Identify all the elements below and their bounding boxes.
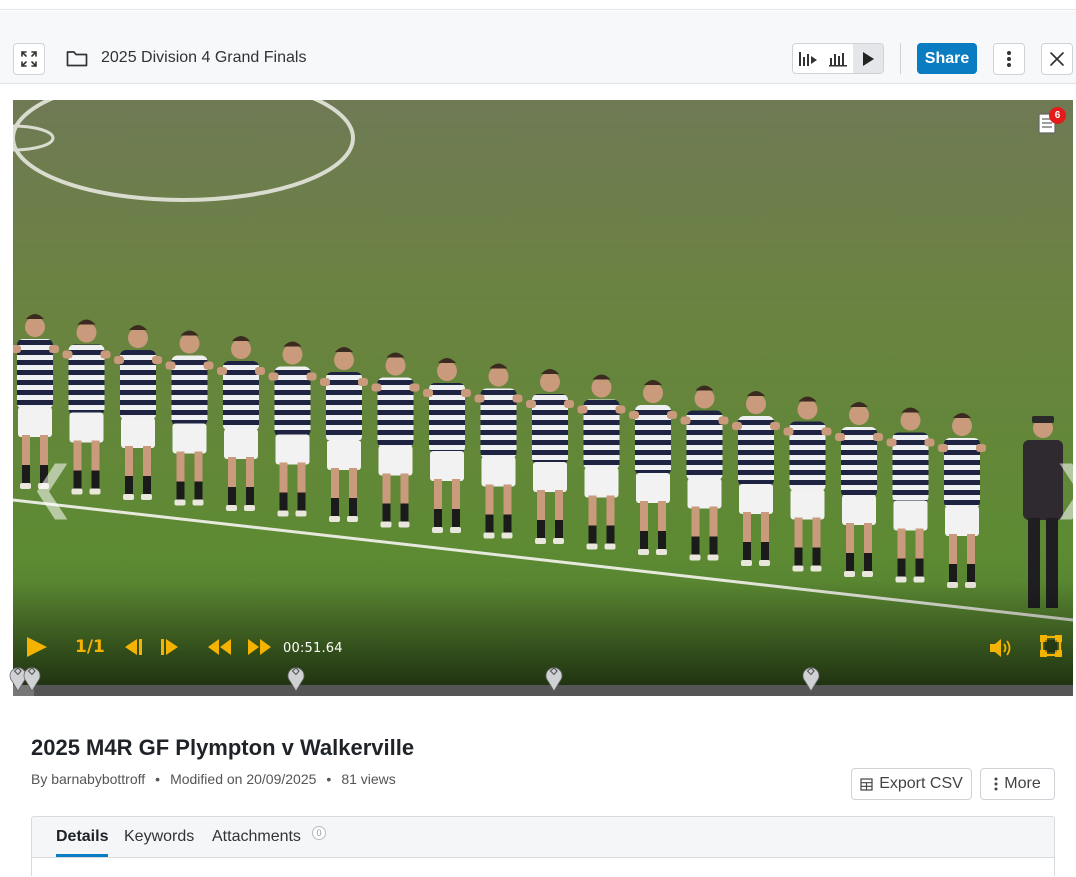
expand-icon (21, 51, 37, 67)
collection-title: 2025 Division 4 Grand Finals (101, 49, 307, 66)
play-button[interactable] (25, 636, 49, 658)
active-tab-indicator (56, 854, 108, 857)
more-button[interactable]: More (980, 768, 1055, 800)
clip-title: 2025 M4R GF Plympton v Walkerville (31, 735, 415, 760)
clip-author: By barnabybottroff (31, 771, 146, 787)
timecode: 00:51.64 (283, 641, 343, 656)
timeline-view-icon (799, 51, 817, 66)
table-icon (860, 777, 873, 791)
view-mode-group (792, 43, 884, 74)
share-button[interactable]: Share (917, 43, 977, 74)
volume-icon[interactable] (988, 637, 1014, 659)
tab-bar: Details Keywords Attachments 0 (32, 817, 1054, 858)
next-clip-button[interactable]: ❯ (1051, 455, 1073, 520)
kebab-menu-icon (1007, 51, 1011, 67)
tag-marker-icon[interactable] (544, 662, 564, 692)
tab-details[interactable]: Details (56, 828, 108, 846)
tab-attachments[interactable]: Attachments (212, 828, 301, 846)
play-icon (863, 51, 874, 66)
panel-body (32, 858, 1054, 877)
clip-views: 81 views (341, 771, 396, 787)
kebab-menu-icon (994, 777, 998, 791)
tag-marker-icon[interactable] (22, 662, 42, 692)
view-video-button[interactable] (853, 44, 883, 73)
fullscreen-toggle-button[interactable] (13, 43, 45, 75)
timeline-scrubber[interactable] (13, 685, 1073, 696)
previous-clip-button[interactable]: ❮ (29, 455, 76, 520)
meta-separator: • (326, 771, 332, 787)
rewind-icon[interactable] (207, 637, 233, 657)
bar-chart-icon (829, 52, 847, 66)
tag-marker-icon[interactable] (286, 662, 306, 692)
attachments-count-badge: 0 (312, 826, 326, 840)
video-fullscreen-icon[interactable] (1040, 635, 1062, 657)
close-button[interactable] (1041, 43, 1073, 75)
step-back-icon[interactable] (121, 637, 145, 657)
top-strip (0, 0, 1076, 10)
export-csv-button[interactable]: Export CSV (851, 768, 972, 800)
viewer-header (0, 11, 1076, 84)
details-panel: Details Keywords Attachments 0 (31, 816, 1055, 877)
header-more-button[interactable] (993, 43, 1025, 75)
video-player[interactable]: ❮ ❯ (13, 100, 1073, 696)
clip-meta: By barnabybottroff • Modified on 20/09/2… (31, 771, 396, 787)
close-icon (1050, 52, 1064, 66)
export-csv-label: Export CSV (879, 775, 963, 792)
view-stats-button[interactable] (823, 44, 853, 73)
tab-keywords[interactable]: Keywords (124, 828, 194, 846)
notes-count-badge: 6 (1049, 107, 1066, 124)
header-divider (900, 43, 901, 74)
tag-marker-icon[interactable] (801, 662, 821, 692)
video-frame (13, 100, 1073, 696)
view-timeline-button[interactable] (793, 44, 823, 73)
clip-modified: Modified on 20/09/2025 (170, 771, 317, 787)
meta-separator: • (155, 771, 161, 787)
step-forward-icon[interactable] (158, 637, 182, 657)
fast-forward-icon[interactable] (246, 637, 272, 657)
more-label: More (1004, 775, 1041, 792)
playback-speed-button[interactable]: 1/1 (75, 637, 105, 657)
folder-icon (66, 51, 88, 67)
